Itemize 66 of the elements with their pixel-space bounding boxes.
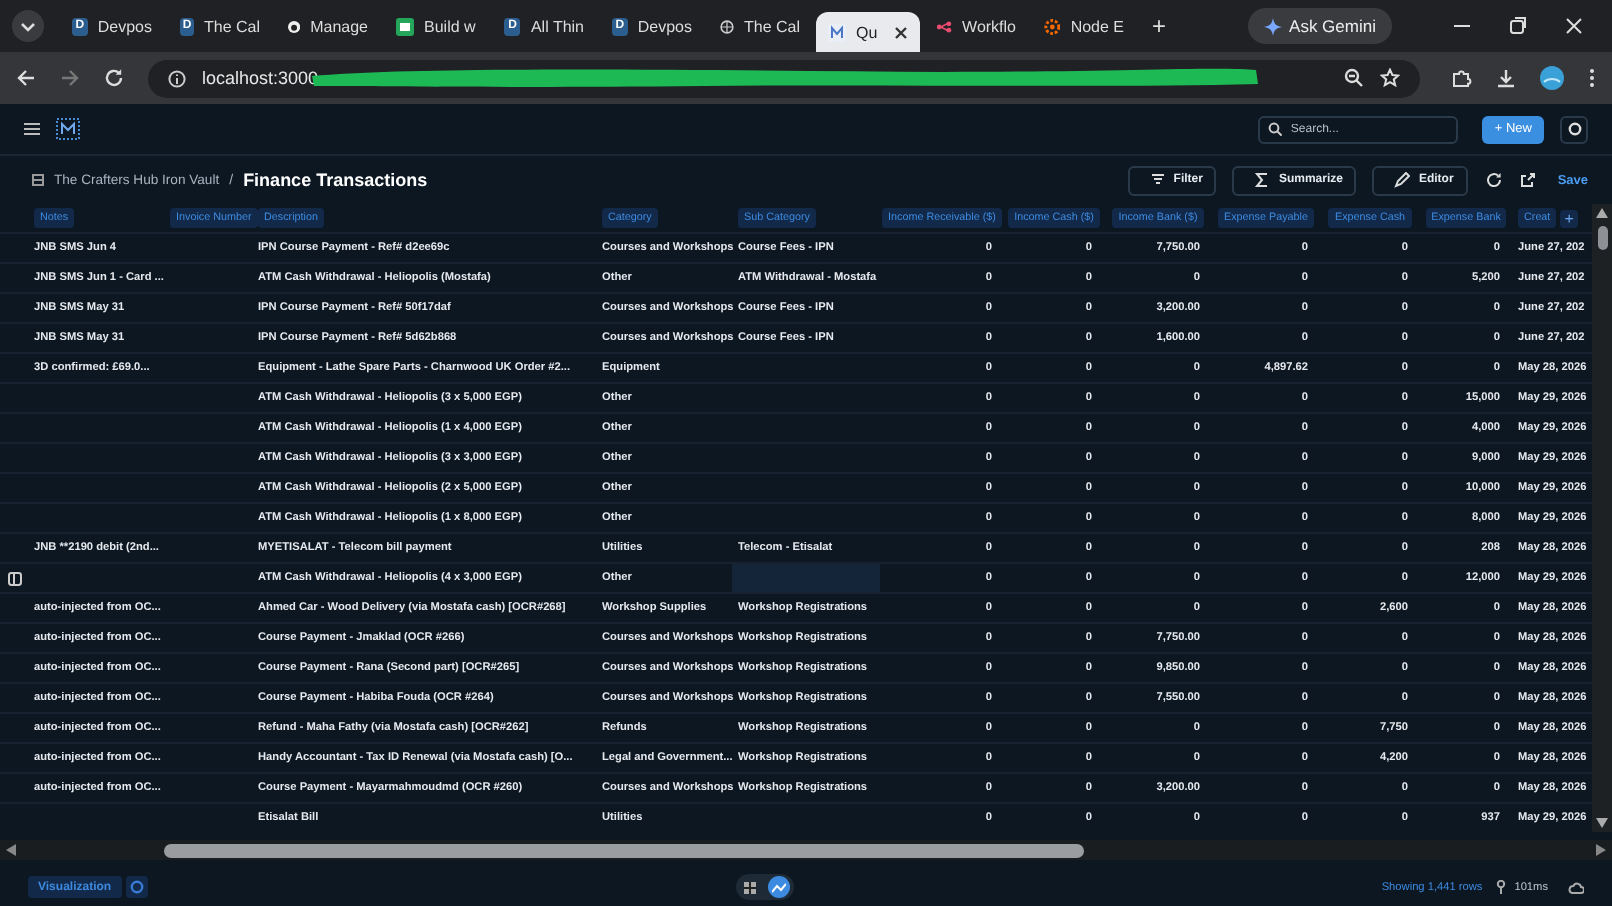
chart-icon xyxy=(771,881,786,893)
tab-title: Qu xyxy=(856,23,878,41)
tab-search-icon[interactable] xyxy=(12,10,44,42)
back-icon[interactable] xyxy=(16,68,36,88)
browser-tab[interactable]: Build w xyxy=(384,6,488,46)
download-icon[interactable] xyxy=(1496,68,1516,88)
scroll-down-icon[interactable] xyxy=(1596,818,1608,828)
selected-cell[interactable] xyxy=(732,564,880,592)
scroll-left-icon[interactable] xyxy=(6,844,16,856)
vertical-scrollbar[interactable] xyxy=(1592,204,1612,832)
star-icon[interactable] xyxy=(1380,68,1400,88)
restore-icon[interactable] xyxy=(1508,16,1528,36)
scroll-up-icon[interactable] xyxy=(1596,208,1608,218)
logo-icon xyxy=(56,118,80,140)
collection-icon xyxy=(32,174,44,186)
tab-title: Devpos xyxy=(637,17,692,35)
sigma-icon xyxy=(1254,172,1271,188)
avatar-icon[interactable] xyxy=(1540,66,1564,90)
tab-title: Node E xyxy=(1070,17,1124,35)
sheet-icon xyxy=(396,17,414,35)
external-link-icon[interactable] xyxy=(1519,172,1536,188)
cloud-icon[interactable] xyxy=(1568,881,1584,893)
tab-title: Devpos xyxy=(97,17,152,35)
tab-title: The Cal xyxy=(743,17,800,35)
settings-button[interactable] xyxy=(1560,115,1588,143)
scroll-right-icon[interactable] xyxy=(1596,844,1606,856)
browser-tab[interactable]: Manage xyxy=(276,6,380,46)
new-tab-button[interactable]: + xyxy=(1140,12,1179,40)
expand-icon[interactable] xyxy=(7,571,21,585)
browser-tab[interactable]: The Cal xyxy=(708,6,812,46)
page-title: Finance Transactions xyxy=(243,170,428,190)
info-icon xyxy=(168,69,186,87)
menu-icon[interactable] xyxy=(24,122,40,136)
tab-title: Workflo xyxy=(962,17,1016,35)
filter-icon xyxy=(1149,172,1166,188)
view-toggle[interactable] xyxy=(767,876,790,898)
sparkle-icon xyxy=(1263,17,1282,35)
tab-title: The Cal xyxy=(203,17,260,35)
app-icon xyxy=(828,23,846,41)
puzzle-icon[interactable] xyxy=(1452,68,1472,88)
ask-gemini-button[interactable]: Ask Gemini xyxy=(1247,8,1392,44)
workflow-icon xyxy=(936,17,953,35)
grid-icon xyxy=(744,881,757,893)
tab-title: Manage xyxy=(310,17,368,35)
more-icon[interactable] xyxy=(1588,68,1596,88)
scrollbar-thumb[interactable] xyxy=(1597,226,1607,250)
forward-icon[interactable] xyxy=(60,68,80,88)
browser-tab[interactable]: Node E xyxy=(1032,6,1136,46)
search-icon xyxy=(1268,122,1283,136)
pin-icon xyxy=(1496,880,1507,894)
view-toggle[interactable] xyxy=(739,876,762,898)
tab-title: Build w xyxy=(424,17,476,35)
refresh-icon[interactable] xyxy=(1485,172,1502,188)
add-column-button[interactable]: + xyxy=(1560,209,1578,227)
settings-icon xyxy=(1567,122,1581,136)
tab-title: All Thin xyxy=(530,17,584,35)
settings-icon xyxy=(129,880,144,894)
zoom-icon[interactable] xyxy=(1344,68,1364,88)
globe-icon xyxy=(720,17,734,35)
reload-icon[interactable] xyxy=(104,68,124,88)
pencil-icon xyxy=(1394,172,1411,188)
browser-tab[interactable]: Qu xyxy=(816,12,920,52)
horizontal-scrollbar[interactable] xyxy=(164,843,1084,857)
browser-tab[interactable]: Workflo xyxy=(924,6,1028,46)
close-icon[interactable] xyxy=(894,25,908,39)
gear-icon xyxy=(1044,17,1061,35)
